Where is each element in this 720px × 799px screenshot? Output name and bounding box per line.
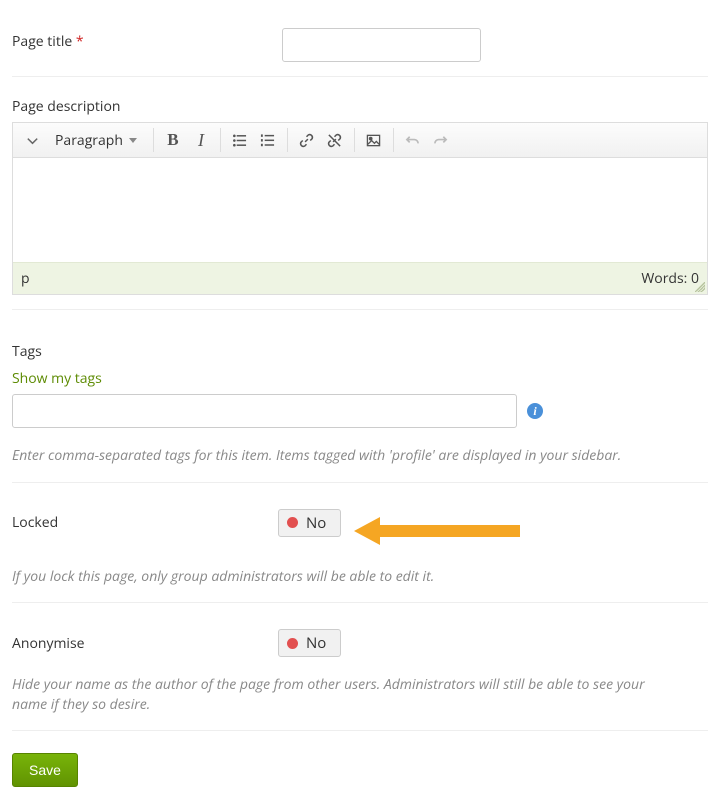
- caret-down-icon: [129, 138, 137, 143]
- editor-toolbar: Paragraph B I: [13, 123, 707, 158]
- link-icon[interactable]: [294, 127, 320, 153]
- tags-input[interactable]: [12, 394, 517, 428]
- redo-icon[interactable]: [428, 127, 454, 153]
- editor-word-count: Words: 0: [641, 269, 699, 288]
- page-title-input[interactable]: [282, 28, 481, 62]
- undo-icon[interactable]: [400, 127, 426, 153]
- anonymise-label: Anonymise: [12, 634, 278, 653]
- tags-help-text: Enter comma-separated tags for this item…: [12, 446, 652, 466]
- locked-label: Locked: [12, 513, 278, 532]
- tags-label: Tags: [12, 342, 708, 361]
- info-icon[interactable]: i: [527, 403, 543, 419]
- locked-toggle[interactable]: No: [278, 509, 341, 537]
- toolbar-expand-icon[interactable]: [19, 127, 45, 153]
- toggle-off-indicator-icon: [287, 517, 298, 528]
- numbered-list-icon[interactable]: [255, 127, 281, 153]
- required-mark: *: [76, 32, 84, 51]
- anonymise-help-text: Hide your name as the author of the page…: [12, 675, 652, 714]
- editor-path: p: [21, 269, 30, 288]
- annotation-arrow-icon: [354, 517, 520, 545]
- bold-icon[interactable]: B: [160, 127, 186, 153]
- format-dropdown[interactable]: Paragraph: [47, 129, 147, 152]
- locked-help-text: If you lock this page, only group admini…: [12, 567, 652, 587]
- rich-text-editor: Paragraph B I: [12, 122, 708, 295]
- toggle-off-indicator-icon: [287, 638, 298, 649]
- page-title-label: Page title *: [12, 28, 278, 51]
- editor-textarea[interactable]: [13, 158, 707, 262]
- page-description-label: Page description: [12, 87, 708, 116]
- image-icon[interactable]: [361, 127, 387, 153]
- show-my-tags-link[interactable]: Show my tags: [12, 369, 102, 388]
- save-button[interactable]: Save: [12, 753, 78, 787]
- bullet-list-icon[interactable]: [227, 127, 253, 153]
- anonymise-toggle[interactable]: No: [278, 629, 341, 657]
- unlink-icon[interactable]: [322, 127, 348, 153]
- italic-icon[interactable]: I: [188, 127, 214, 153]
